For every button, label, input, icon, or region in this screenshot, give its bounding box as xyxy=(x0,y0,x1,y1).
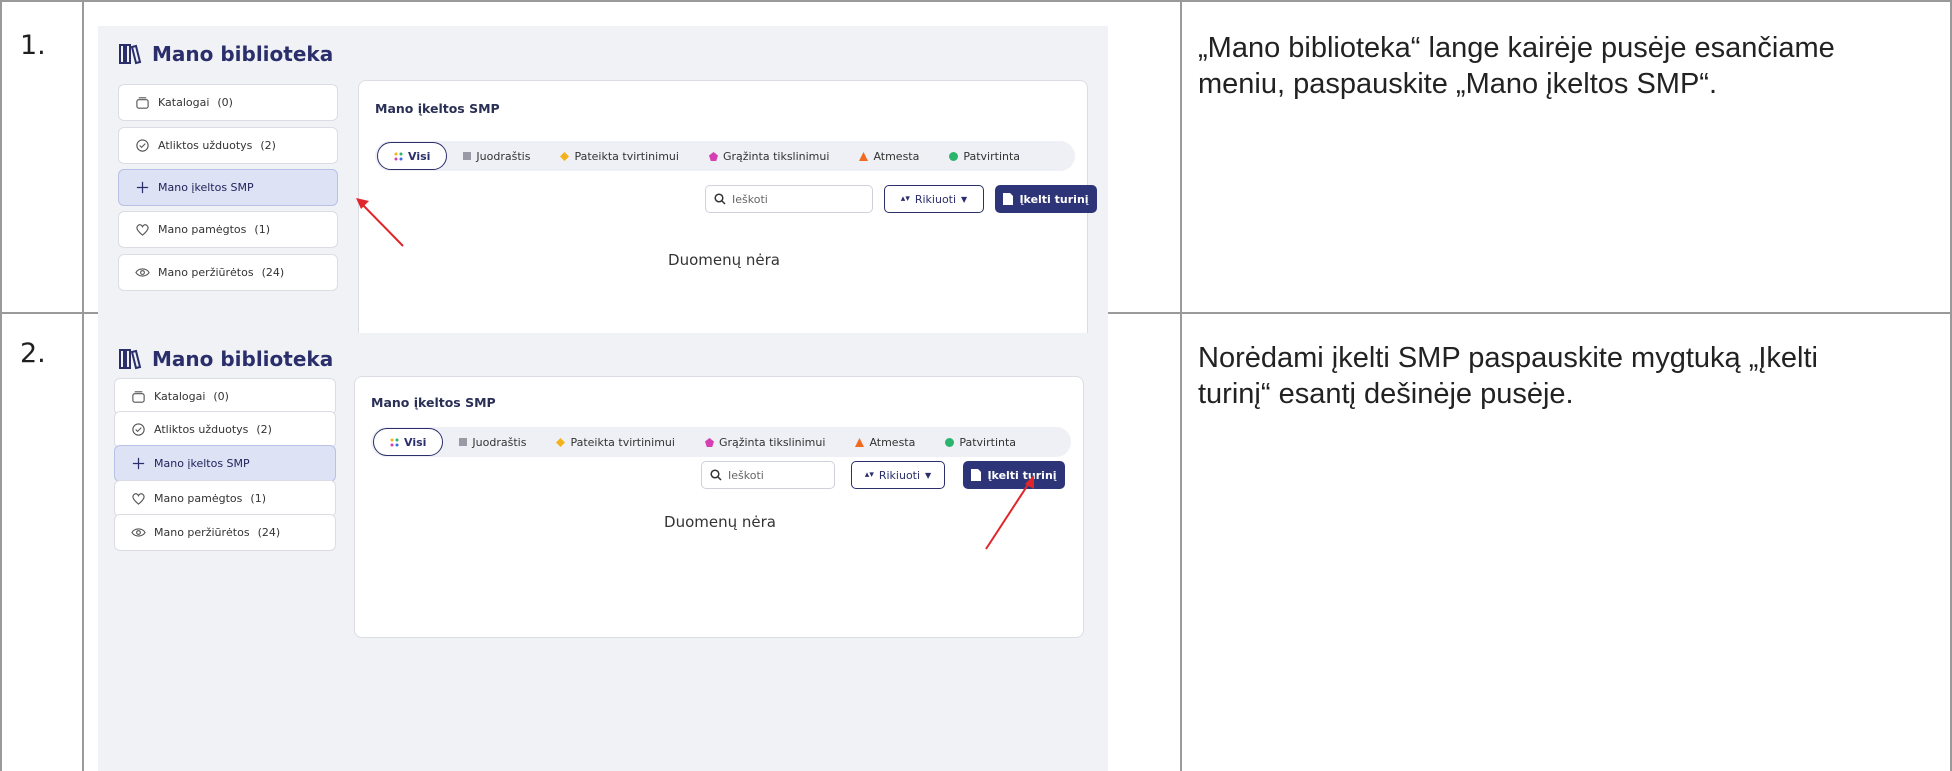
table-border-left xyxy=(0,0,2,771)
step-number: 2. xyxy=(20,338,46,369)
screenshot-panel: Mano biblioteka Katalogai (0) Atliktos u… xyxy=(98,26,1108,378)
step-instruction: „Mano biblioteka“ lange kairėje pusėje e… xyxy=(1198,32,1835,100)
table-col-divider-1 xyxy=(82,0,84,771)
table-border-top xyxy=(0,0,1952,2)
annotation-arrow xyxy=(985,475,1034,550)
screenshot-panel: Mano biblioteka Katalogai (0) Atliktos u… xyxy=(98,333,1108,771)
step-instruction: Norėdami įkelti SMP paspauskite mygtuką … xyxy=(1198,342,1818,410)
annotation-arrow xyxy=(356,198,404,247)
table-col-divider-2 xyxy=(1180,0,1182,771)
step-number: 1. xyxy=(20,30,46,61)
